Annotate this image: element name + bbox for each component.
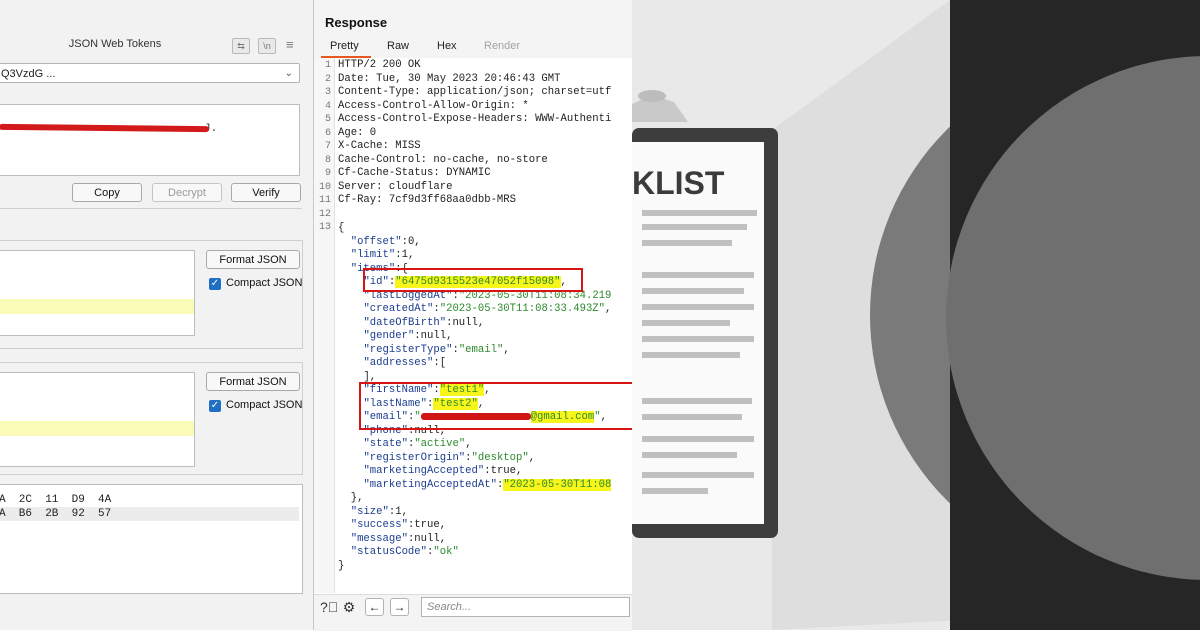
json-line: "message":null, [350, 532, 447, 545]
json-line: "createdAt":"2023-05-30T11:08:33.493Z", [363, 303, 612, 315]
gear-icon[interactable]: ⚙ [340, 598, 358, 616]
payload-json-textarea[interactable] [0, 372, 195, 467]
header-json-highlight [0, 299, 194, 314]
verify-button[interactable]: Verify [231, 183, 301, 202]
json-line: } [338, 559, 345, 572]
clipboard-illustration: KLIST [632, 0, 1200, 630]
line-number: 1 [324, 60, 331, 71]
header-line: Date: Tue, 30 May 2023 20:46:43 GMT [338, 72, 561, 85]
line-number: 2 [324, 73, 331, 85]
json-line: "gender":null, [363, 330, 453, 342]
tab-render[interactable]: Render [484, 40, 520, 52]
json-line: "registerType":"email", [363, 343, 510, 356]
jwt-panel: JSON Web Tokens ⇆ \n ≡ Q3VzdG ... ⌄ J. C… [0, 0, 314, 630]
payload-json-highlight [0, 421, 194, 436]
line-number: 10 [318, 181, 331, 193]
newline-icon[interactable]: \n [258, 38, 276, 54]
token-select-value: Q3VzdG ... [1, 68, 56, 80]
line-number: 4 [324, 100, 331, 112]
header-line: Cache-Control: no-cache, no-store [338, 153, 548, 166]
token-redaction [0, 123, 210, 133]
format-json-button[interactable]: Format JSON [206, 250, 300, 269]
json-line: "marketingAccepted":true, [363, 465, 523, 477]
compact-json-checkbox[interactable]: ✓ [209, 278, 221, 290]
json-line: }, [350, 492, 364, 504]
json-line: "size":1, [350, 505, 408, 518]
checklist-illustration: KLIST [632, 0, 1200, 630]
compact-json-checkbox[interactable]: ✓ [209, 400, 221, 412]
line-number: 11 [318, 195, 331, 206]
line-number: 13 [318, 222, 331, 233]
header-line: HTTP/2 200 OK [338, 59, 421, 71]
line-number: 3 [324, 87, 331, 98]
json-line: "dateOfBirth":null, [363, 316, 485, 329]
signature-hex-view[interactable]: A 2C 11 D9 4A A B6 2B 92 57 [0, 484, 303, 594]
checklist-heading: KLIST [632, 165, 725, 201]
header-line: Access-Control-Expose-Headers: WWW-Authe… [338, 113, 612, 125]
header-line: Cf-Cache-Status: DYNAMIC [338, 167, 491, 179]
response-title: Response [325, 15, 388, 30]
pii-annotation-box [359, 382, 634, 430]
json-line: "statusCode":"ok" [350, 546, 459, 558]
compact-json-label: Compact JSON [226, 399, 303, 411]
token-textarea[interactable]: J. [0, 104, 300, 176]
next-button[interactable]: → [390, 598, 409, 616]
help-icon[interactable]: ?⃝ [320, 598, 338, 616]
format-json-button[interactable]: Format JSON [206, 372, 300, 391]
decrypt-button[interactable]: Decrypt [152, 183, 222, 202]
tab-hex[interactable]: Hex [437, 40, 457, 52]
header-line: Cf-Ray: 7cf9d3ff68aa0dbb-MRS [338, 194, 517, 206]
tab-raw[interactable]: Raw [387, 40, 409, 52]
header-line: Age: 0 [338, 126, 377, 139]
line-number: 8 [324, 154, 331, 166]
menu-icon[interactable]: ≡ [286, 37, 294, 52]
token-select[interactable]: Q3VzdG ... ⌄ [0, 63, 300, 83]
json-line: "offset":0, [350, 235, 421, 248]
json-line: "registerOrigin":"desktop", [363, 451, 536, 464]
json-line: "success":true, [350, 519, 447, 531]
json-line: "marketingAcceptedAt":"2023-05-30T11:08 [363, 478, 612, 491]
jwt-panel-title: JSON Web Tokens [68, 38, 162, 50]
header-line: X-Cache: MISS [338, 140, 421, 152]
json-line: "addresses":[ [363, 357, 447, 369]
line-number: 7 [324, 141, 331, 152]
divider [0, 208, 302, 209]
line-number: 12 [318, 208, 331, 220]
compact-json-label: Compact JSON [226, 277, 303, 289]
search-input[interactable]: Search... [421, 597, 630, 617]
hex-row: A B6 2B 92 57 [0, 507, 299, 521]
tab-pretty[interactable]: Pretty [330, 40, 359, 52]
chevron-down-icon: ⌄ [284, 68, 293, 79]
hex-row: A 2C 11 D9 4A [0, 494, 112, 506]
line-number: 5 [324, 114, 331, 125]
id-annotation-box [363, 268, 583, 292]
json-line: "limit":1, [350, 249, 415, 261]
header-line: Access-Control-Allow-Origin: * [338, 99, 529, 112]
previous-button[interactable]: ← [365, 598, 384, 616]
json-line: "state":"active", [363, 438, 472, 450]
copy-button[interactable]: Copy [72, 183, 142, 202]
json-line: { [338, 222, 345, 234]
header-json-textarea[interactable] [0, 250, 195, 336]
layout-icon[interactable]: ⇆ [232, 38, 250, 54]
header-line: Content-Type: application/json; charset=… [338, 86, 612, 98]
line-number: 9 [324, 168, 331, 179]
line-number: 6 [324, 127, 331, 139]
header-line: Server: cloudflare [338, 180, 453, 193]
